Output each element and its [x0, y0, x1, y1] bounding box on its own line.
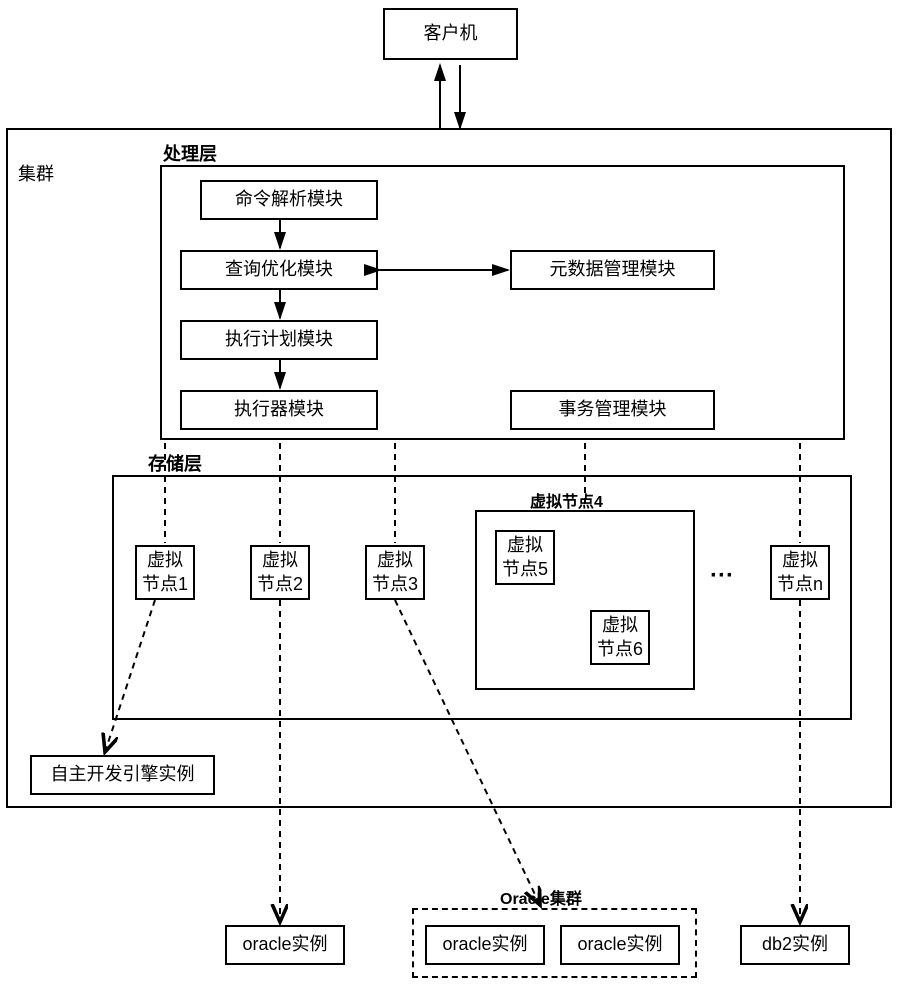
executor-module: 执行器模块 — [180, 390, 378, 430]
vn1-label: 虚拟 节点1 — [142, 549, 188, 596]
oracle-inst-b: oracle实例 — [560, 925, 680, 965]
executor-label: 执行器模块 — [234, 398, 324, 421]
exec-plan-label: 执行计划模块 — [225, 328, 333, 351]
oracle-cluster-label: Oracle集群 — [500, 885, 582, 909]
oracle-inst-a: oracle实例 — [425, 925, 545, 965]
virtual-node-3: 虚拟 节点3 — [365, 545, 425, 600]
virtual-node-1: 虚拟 节点1 — [135, 545, 195, 600]
metadata-module: 元数据管理模块 — [510, 250, 715, 290]
virtual-node-2: 虚拟 节点2 — [250, 545, 310, 600]
oracle-b-label: oracle实例 — [577, 933, 662, 956]
query-opt-label: 查询优化模块 — [225, 258, 333, 281]
ellipsis: ··· — [710, 562, 734, 590]
metadata-label: 元数据管理模块 — [550, 258, 676, 281]
cluster-label: 集群 — [18, 160, 54, 186]
query-opt-module: 查询优化模块 — [180, 250, 378, 290]
db2-instance: db2实例 — [740, 925, 850, 965]
oracle-instance-single: oracle实例 — [225, 925, 345, 965]
transaction-module: 事务管理模块 — [510, 390, 715, 430]
command-parse-label: 命令解析模块 — [235, 188, 343, 211]
self-engine-label: 自主开发引擎实例 — [51, 763, 195, 786]
exec-plan-module: 执行计划模块 — [180, 320, 378, 360]
oracle-a-label: oracle实例 — [442, 933, 527, 956]
vn2-label: 虚拟 节点2 — [257, 549, 303, 596]
virtual-node-4-label: 虚拟节点4 — [530, 488, 603, 512]
self-engine-instance: 自主开发引擎实例 — [30, 755, 215, 795]
virtual-node-5: 虚拟 节点5 — [495, 530, 555, 585]
processing-layer-label: 处理层 — [163, 140, 217, 166]
vn6-label: 虚拟 节点6 — [597, 614, 643, 661]
virtual-node-6: 虚拟 节点6 — [590, 610, 650, 665]
db2-label: db2实例 — [762, 933, 828, 956]
client-box: 客户机 — [383, 8, 518, 60]
client-label: 客户机 — [424, 22, 478, 45]
vn5-label: 虚拟 节点5 — [502, 534, 548, 581]
storage-layer-label: 存储层 — [148, 450, 202, 476]
command-parse-module: 命令解析模块 — [200, 180, 378, 220]
oracle-single-label: oracle实例 — [242, 933, 327, 956]
vnn-label: 虚拟 节点n — [777, 549, 823, 596]
vn3-label: 虚拟 节点3 — [372, 549, 418, 596]
transaction-label: 事务管理模块 — [559, 398, 667, 421]
virtual-node-n: 虚拟 节点n — [770, 545, 830, 600]
